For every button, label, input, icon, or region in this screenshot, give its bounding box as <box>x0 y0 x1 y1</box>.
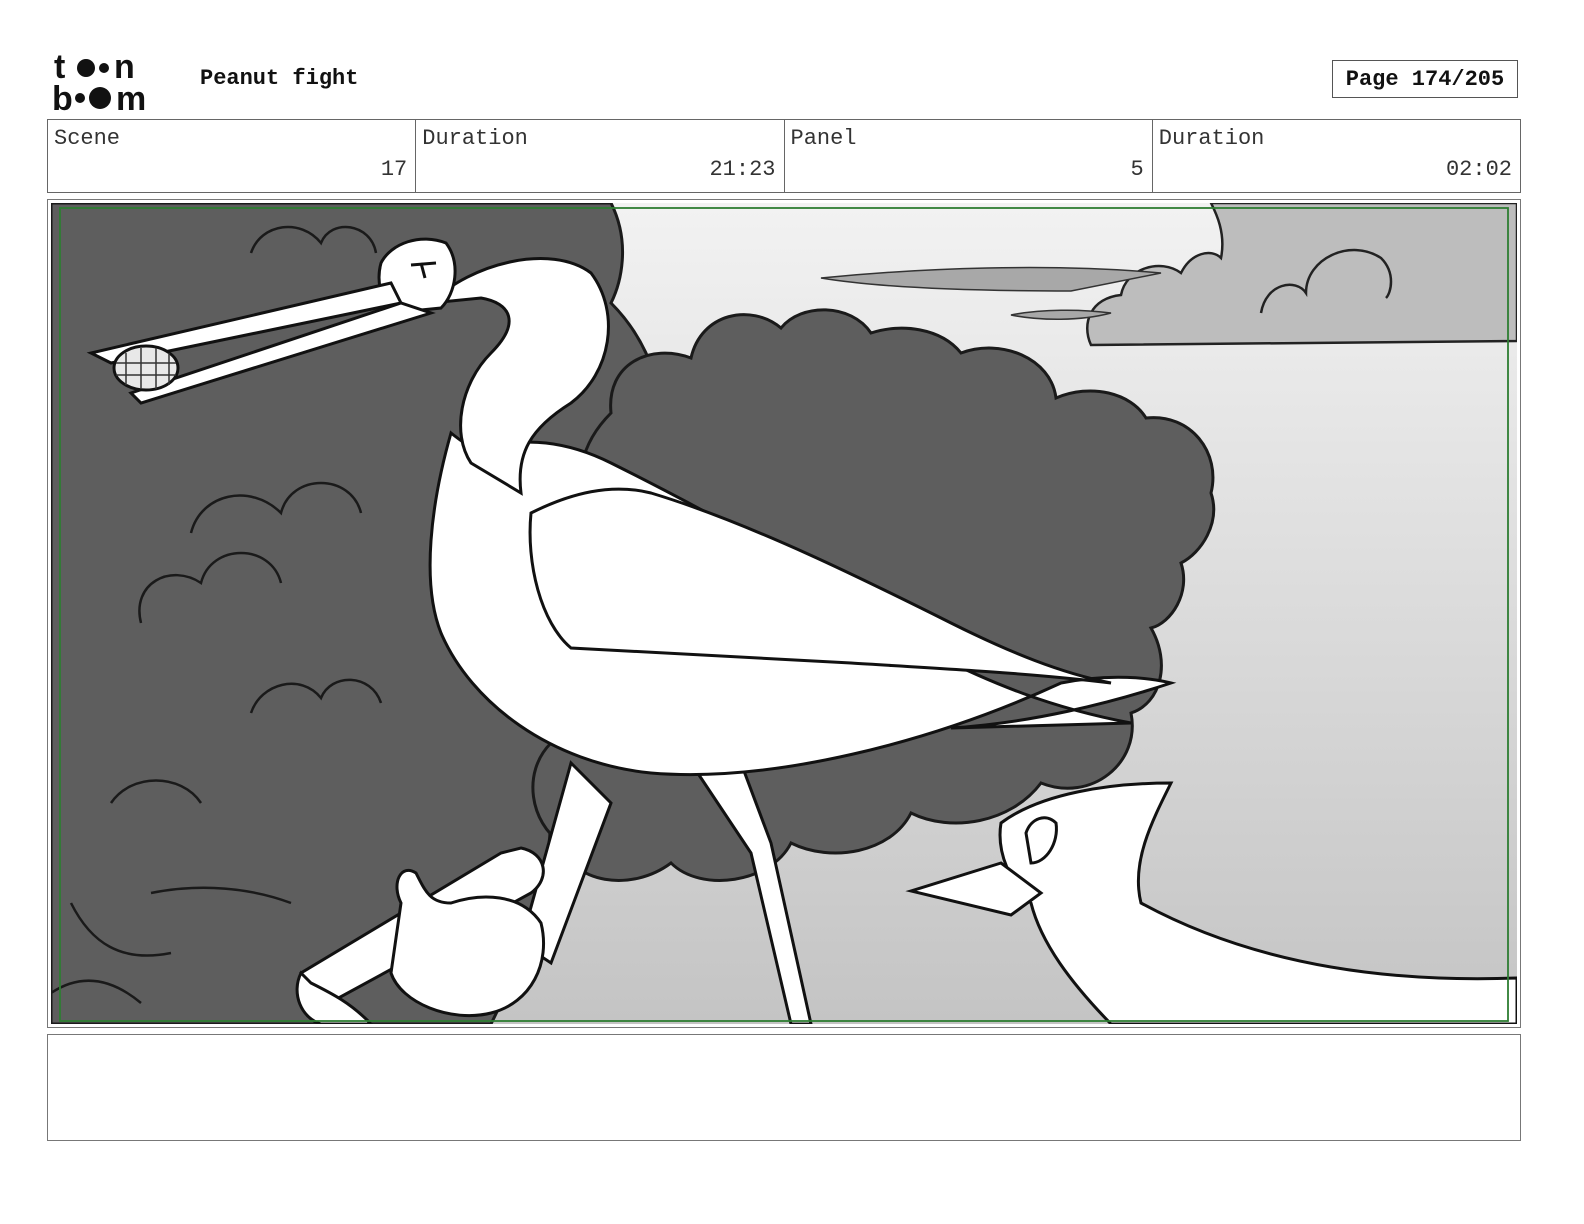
panel-duration-value: 02:02 <box>1445 157 1512 182</box>
scene-label: Scene <box>54 126 121 151</box>
panel-duration-cell: Duration 02:02 <box>1153 120 1520 192</box>
scene-duration-cell: Duration 21:23 <box>416 120 785 192</box>
page-indicator: Page 174/205 <box>1332 60 1518 98</box>
svg-text:b: b <box>52 80 73 116</box>
scene-value: 17 <box>380 157 408 182</box>
page-label: Page 174/205 <box>1345 66 1505 92</box>
scene-cell: Scene 17 <box>48 120 417 192</box>
heron-eye <box>410 261 437 267</box>
svg-text:m: m <box>116 80 146 116</box>
panel-label: Panel <box>790 126 857 151</box>
panel-value: 5 <box>1130 157 1144 182</box>
peanut <box>112 344 180 392</box>
panel-notes <box>47 1034 1521 1141</box>
toon-boom-logo: t n b m <box>50 48 168 118</box>
scene-duration-value: 21:23 <box>709 157 776 182</box>
scene-duration-label: Duration <box>422 126 528 151</box>
panel-duration-label: Duration <box>1158 126 1265 151</box>
panel-drawing <box>51 203 1517 1024</box>
panel-cell: Panel 5 <box>785 120 1153 192</box>
storyboard-panel <box>47 199 1521 1028</box>
project-title: Peanut fight <box>200 66 359 91</box>
info-bar: Scene 17 Duration 21:23 Panel 5 Duration… <box>47 119 1521 193</box>
